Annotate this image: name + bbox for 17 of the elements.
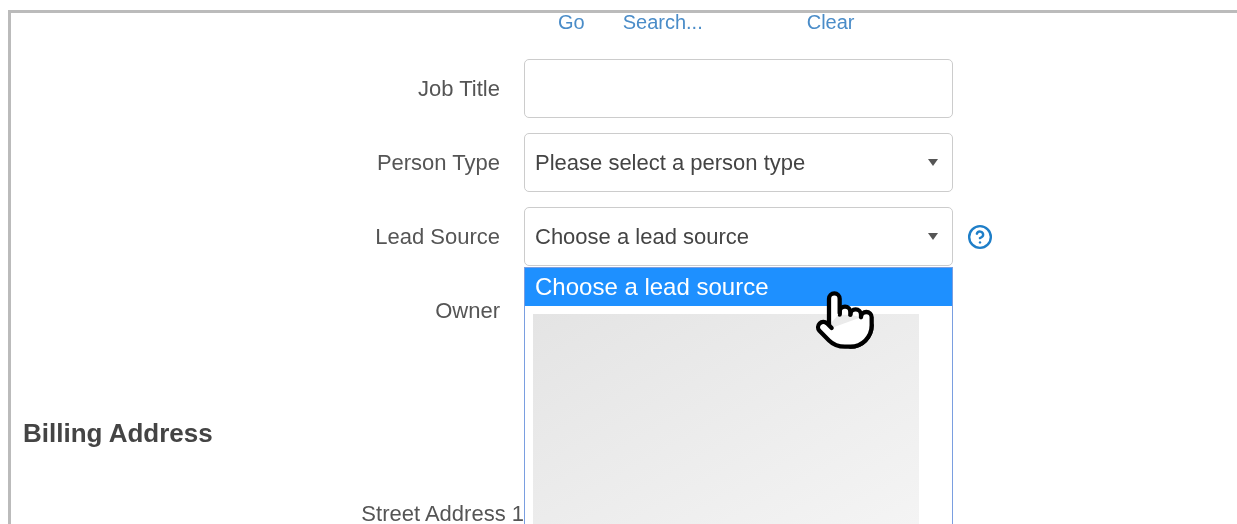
link[interactable]: Clear: [806, 13, 855, 33]
select-field[interactable]: Choose a lead source: [524, 207, 953, 266]
link[interactable]: Search...: [622, 13, 703, 33]
field-label: Street Address 1: [361, 500, 524, 524]
dropdown-arrow-icon: [928, 233, 938, 240]
field-label: Owner: [435, 297, 500, 325]
dropdown-arrow-icon: [928, 159, 938, 166]
text-field[interactable]: [524, 59, 953, 118]
select-field[interactable]: Please select a person type: [524, 133, 953, 192]
section-heading: Billing Address: [23, 416, 213, 450]
field-label: Lead Source: [375, 223, 500, 251]
field-label: Job Title: [418, 75, 500, 103]
field-label: Person Type: [376, 149, 500, 177]
link[interactable]: Go: [558, 13, 585, 33]
dropdown-option[interactable]: Choose a lead source: [525, 268, 952, 306]
help-icon[interactable]: [967, 223, 993, 250]
hand-cursor-icon: [813, 288, 877, 352]
